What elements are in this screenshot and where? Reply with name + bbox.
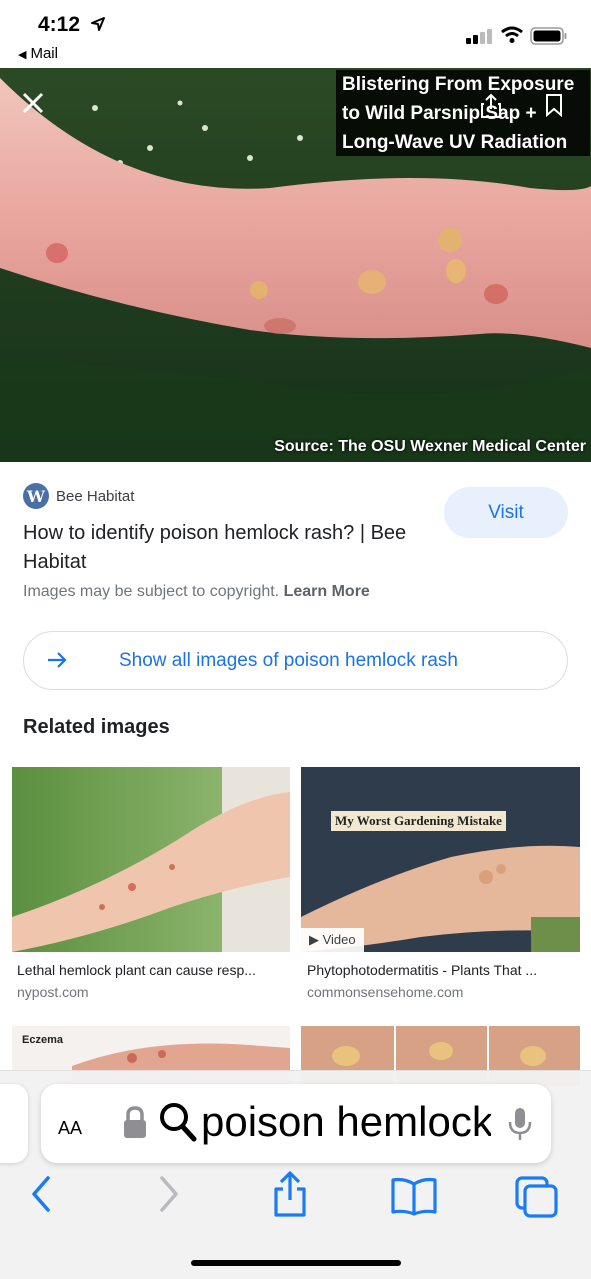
hero-image[interactable]: Blistering From Exposure to Wild Parsnip… — [0, 68, 591, 462]
address-bar[interactable]: AA poison hemlock rash — [41, 1084, 551, 1163]
play-icon: ▶ — [309, 932, 323, 947]
microphone-icon[interactable] — [507, 1106, 533, 1142]
wifi-icon — [501, 26, 523, 43]
status-time: 4:12 — [38, 13, 81, 36]
close-icon[interactable] — [20, 90, 46, 116]
previous-tab-preview[interactable] — [0, 1084, 28, 1163]
related-images-heading: Related images — [23, 716, 170, 738]
copyright-text: Images may be subject to copyright. — [23, 583, 280, 600]
reader-options-button[interactable]: AA — [58, 1110, 82, 1141]
related-title-2[interactable]: Phytophotodermatitis - Plants That ... — [307, 962, 537, 978]
related-thumb-3-text: Eczema — [22, 1034, 63, 1046]
related-source-1: nypost.com — [17, 984, 89, 1000]
video-badge: ▶ Video — [301, 928, 364, 952]
arrow-right-icon — [48, 652, 67, 668]
back-app-label: Mail — [30, 45, 58, 62]
bookmarks-icon[interactable] — [390, 1176, 438, 1216]
battery-icon — [530, 27, 567, 45]
learn-more-link[interactable]: Learn More — [284, 583, 370, 600]
wordpress-logo-icon: W — [23, 483, 49, 509]
share-icon[interactable] — [480, 93, 502, 119]
hero-source: Source: The OSU Wexner Medical Center — [274, 438, 586, 455]
search-icon — [160, 1103, 197, 1142]
bookmark-icon[interactable] — [544, 93, 564, 117]
site-name: Bee Habitat — [56, 487, 135, 505]
back-triangle-icon: ◀ — [18, 49, 27, 61]
cellular-signal-icon — [466, 29, 492, 44]
status-bar: 4:12 ◀ Mail — [0, 0, 591, 68]
back-icon[interactable] — [28, 1174, 54, 1214]
site-attribution[interactable]: W Bee Habitat — [23, 483, 134, 509]
home-indicator[interactable] — [191, 1260, 401, 1266]
show-all-label: Show all images of poison hemlock rash — [119, 650, 459, 671]
related-thumb-1-photo — [12, 767, 290, 952]
related-image-1[interactable] — [12, 767, 290, 952]
share-toolbar-icon[interactable] — [271, 1170, 309, 1218]
visit-button[interactable]: Visit — [444, 487, 568, 538]
back-to-app-link[interactable]: ◀ Mail — [18, 45, 58, 62]
related-image-2[interactable]: My Worst Gardening Mistake ▶ Video — [301, 767, 580, 952]
lock-icon — [124, 1106, 146, 1138]
related-thumb-2-text: My Worst Gardening Mistake — [331, 811, 506, 831]
copyright-notice: Images may be subject to copyright. Lear… — [23, 583, 370, 601]
page-title[interactable]: How to identify poison hemlock rash? | B… — [23, 519, 443, 577]
address-text[interactable]: poison hemlock rash — [201, 1098, 491, 1146]
related-thumb-2-photo — [301, 767, 580, 952]
aa-label: AA — [58, 1118, 83, 1138]
related-source-2: commonsensehome.com — [307, 984, 464, 1000]
location-arrow-icon — [91, 17, 105, 31]
show-all-images-button[interactable]: Show all images of poison hemlock rash — [23, 631, 568, 690]
forward-icon[interactable] — [156, 1174, 182, 1214]
tabs-icon[interactable] — [514, 1175, 560, 1219]
related-title-1[interactable]: Lethal hemlock plant can cause resp... — [17, 962, 256, 978]
video-badge-label: Video — [322, 932, 356, 947]
